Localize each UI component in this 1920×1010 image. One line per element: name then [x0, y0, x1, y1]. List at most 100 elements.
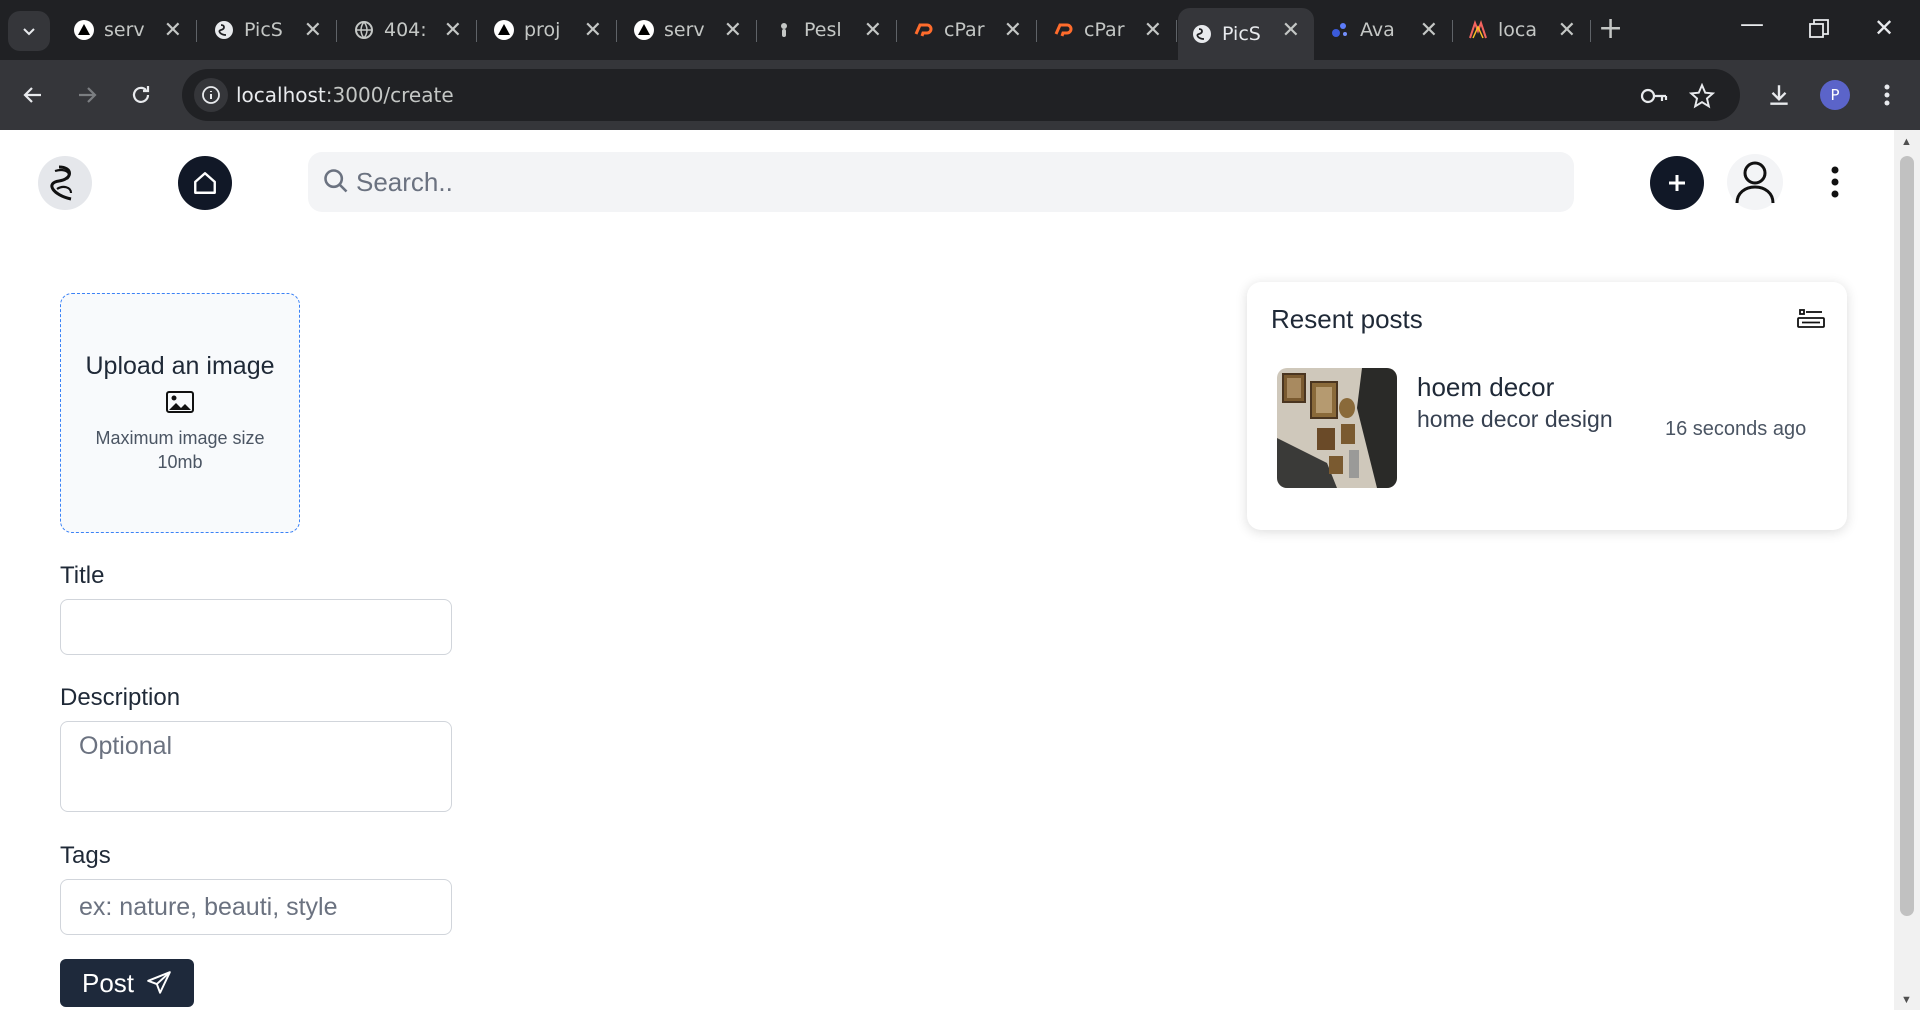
close-icon[interactable]: ✕ — [1282, 18, 1300, 43]
tab-title: PicS — [1222, 23, 1261, 45]
home-button[interactable] — [178, 156, 232, 210]
tab-title: Ava — [1360, 19, 1395, 41]
tab-search-button[interactable] — [8, 11, 50, 51]
arrow-left-icon — [23, 87, 41, 103]
site-info-button[interactable] — [194, 78, 228, 112]
close-icon[interactable]: ✕ — [724, 18, 742, 43]
browser-tab[interactable]: Pesl ✕ — [760, 8, 897, 52]
close-window-icon[interactable]: ✕ — [1874, 14, 1894, 42]
kebab-menu-icon — [1884, 84, 1890, 106]
upload-title: Upload an image — [85, 352, 275, 380]
triangle-icon — [74, 20, 94, 40]
title-input[interactable] — [60, 599, 452, 655]
post-thumbnail — [1277, 368, 1397, 488]
triangle-icon — [494, 20, 514, 40]
close-icon[interactable]: ✕ — [584, 18, 602, 43]
list-icon[interactable] — [1797, 306, 1825, 330]
minimize-icon[interactable]: — — [1740, 10, 1764, 38]
bookmark-star-icon[interactable] — [1688, 82, 1716, 110]
chrome-menu-button[interactable] — [1870, 78, 1904, 112]
downloads-button[interactable] — [1762, 78, 1796, 112]
browser-tab[interactable]: serv ✕ — [60, 8, 197, 52]
kebab-menu-icon — [1831, 166, 1839, 198]
send-icon — [147, 971, 171, 994]
post-description: home decor design — [1417, 406, 1613, 432]
scrollbar-thumb[interactable] — [1900, 156, 1914, 916]
recent-posts-card: Resent posts hoem decor home decor desig… — [1247, 282, 1847, 530]
close-icon[interactable]: ✕ — [444, 18, 462, 43]
close-icon[interactable]: ✕ — [1144, 18, 1162, 43]
search-bar — [308, 152, 1574, 212]
title-label: Title — [60, 562, 105, 589]
tab-title: cPar — [944, 19, 985, 41]
post-button[interactable]: Post — [60, 959, 194, 1007]
search-icon — [324, 169, 348, 193]
browser-tab[interactable]: serv ✕ — [620, 8, 757, 52]
tags-input[interactable] — [60, 879, 452, 935]
cpanel-icon — [1054, 23, 1073, 37]
image-icon — [61, 391, 299, 418]
tags-label: Tags — [60, 842, 111, 869]
new-tab-button[interactable]: + — [1598, 14, 1623, 44]
tab-title: loca — [1498, 19, 1537, 41]
create-post-button[interactable] — [1650, 156, 1704, 210]
plus-icon — [1669, 175, 1685, 191]
avatar-dots-icon — [1332, 23, 1347, 37]
image-upload-dropzone[interactable]: Upload an image Maximum image size 10mb — [60, 293, 300, 533]
restore-icon[interactable] — [1808, 18, 1830, 40]
browser-toolbar: localhost:3000/create — [0, 60, 1920, 130]
page-scrollbar[interactable]: ▲ ▼ — [1894, 130, 1920, 1010]
picsea-logo-icon — [1193, 25, 1211, 43]
cpanel-icon — [914, 23, 933, 37]
picsea-logo-icon — [50, 165, 73, 201]
laravel-icon — [1469, 20, 1487, 39]
user-icon — [1735, 161, 1775, 204]
tab-title: PicS — [244, 19, 283, 41]
browser-tab[interactable]: PicS ✕ — [200, 8, 337, 52]
forward-button[interactable] — [70, 78, 104, 112]
address-bar[interactable]: localhost:3000/create — [182, 69, 1740, 121]
browser-tab[interactable]: loca ✕ — [1454, 8, 1591, 52]
browser-tab[interactable]: proj ✕ — [480, 8, 617, 52]
tab-title: proj — [524, 19, 561, 41]
close-icon[interactable]: ✕ — [164, 18, 182, 43]
tab-title: serv — [104, 19, 145, 41]
close-icon[interactable]: ✕ — [1004, 18, 1022, 43]
close-icon[interactable]: ✕ — [1558, 18, 1576, 43]
browser-tab[interactable]: cPar ✕ — [1040, 8, 1177, 52]
site-logo[interactable] — [38, 156, 92, 210]
reload-icon — [132, 86, 150, 103]
browser-tab[interactable]: Ava ✕ — [1316, 8, 1453, 52]
triangle-icon — [634, 20, 654, 40]
browser-tab[interactable]: cPar ✕ — [900, 8, 1037, 52]
reload-button[interactable] — [124, 78, 158, 112]
chevron-down-icon — [23, 28, 35, 36]
pest-icon — [781, 23, 787, 37]
close-icon[interactable]: ✕ — [864, 18, 882, 43]
back-button[interactable] — [16, 78, 50, 112]
more-options-button[interactable] — [1820, 162, 1850, 202]
post-button-label: Post — [81, 967, 135, 998]
password-key-icon[interactable] — [1640, 82, 1668, 110]
description-label: Description — [60, 684, 181, 711]
url-text: localhost:3000/create — [236, 83, 454, 107]
close-icon[interactable]: ✕ — [1420, 18, 1438, 43]
post-timestamp: 16 seconds ago — [1665, 418, 1807, 440]
recent-post-item[interactable]: hoem decor home decor design 16 seconds … — [1277, 368, 1827, 490]
profile-avatar[interactable]: P — [1820, 80, 1850, 110]
browser-tab-active[interactable]: PicS ✕ — [1178, 8, 1314, 60]
post-title: hoem decor — [1417, 372, 1555, 402]
tab-title: Pesl — [804, 19, 842, 41]
tab-title: cPar — [1084, 19, 1125, 41]
browser-tab[interactable]: 404: ✕ — [340, 8, 477, 52]
description-textarea[interactable] — [60, 721, 452, 812]
search-input[interactable] — [356, 152, 1556, 212]
tab-title: 404: — [384, 19, 427, 41]
close-icon[interactable]: ✕ — [304, 18, 322, 43]
recent-posts-title: Resent posts — [1271, 304, 1423, 334]
user-avatar-button[interactable] — [1727, 154, 1783, 210]
arrow-right-icon — [79, 87, 97, 103]
page-viewport: Upload an image Maximum image size 10mb … — [0, 130, 1920, 1010]
home-icon — [194, 172, 216, 194]
browser-tab-strip: serv ✕ PicS ✕ 404: ✕ proj ✕ serv ✕ Pesl … — [0, 0, 1920, 60]
